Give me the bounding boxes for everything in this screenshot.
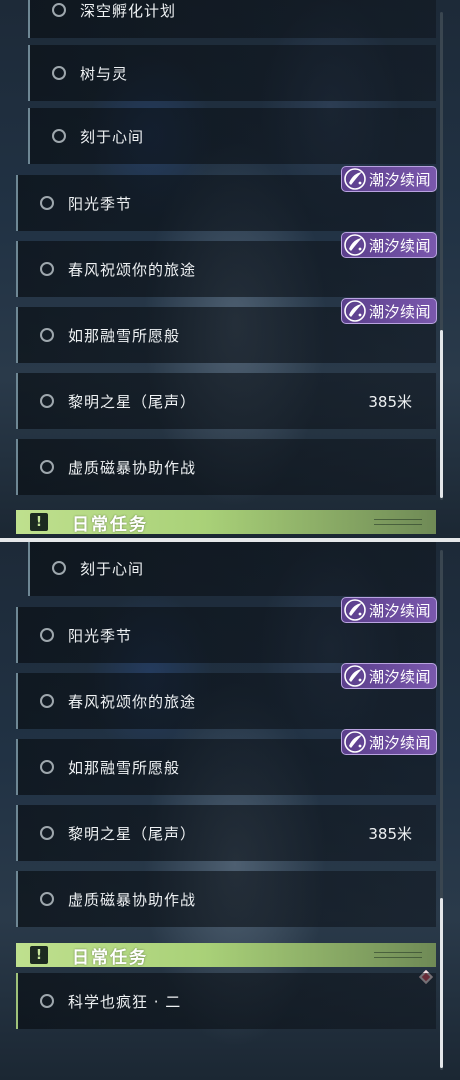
daily-quest-row[interactable]: 科学也疯狂 · 二 bbox=[16, 973, 436, 1029]
quest-list-panel-bottom: 刻于心间 阳光季节 潮汐续闻 春风祝颂你的旅途 潮汐续闻 如那融雪所愿般 潮汐续… bbox=[0, 540, 460, 1080]
circle-status-icon bbox=[40, 460, 54, 474]
quest-label: 深空孵化计划 bbox=[80, 1, 177, 20]
exclamation-icon: ! bbox=[30, 513, 48, 531]
quest-label: 如那融雪所愿般 bbox=[68, 326, 181, 345]
circle-status-icon bbox=[40, 628, 54, 642]
quest-label: 黎明之星（尾声） bbox=[68, 392, 197, 411]
header-decoration bbox=[374, 519, 422, 525]
circle-status-icon bbox=[40, 328, 54, 342]
sub-quest-row[interactable]: 树与灵 bbox=[28, 45, 436, 101]
circle-status-icon bbox=[40, 892, 54, 906]
quest-label: 春风祝颂你的旅途 bbox=[68, 260, 197, 279]
quest-label: 刻于心间 bbox=[80, 559, 145, 578]
badge-emblem-icon bbox=[344, 599, 366, 621]
header-decoration bbox=[374, 952, 422, 958]
badge-label: 潮汐续闻 bbox=[369, 170, 432, 189]
sub-quest-row[interactable]: 深空孵化计划 bbox=[28, 0, 436, 38]
tide-story-badge: 潮汐续闻 bbox=[341, 597, 437, 623]
circle-status-icon bbox=[52, 561, 66, 575]
quest-label: 春风祝颂你的旅途 bbox=[68, 692, 197, 711]
tide-story-badge: 潮汐续闻 bbox=[341, 166, 437, 192]
quest-row[interactable]: 虚质磁暴协助作战 bbox=[16, 439, 436, 495]
tide-story-badge: 潮汐续闻 bbox=[341, 663, 437, 689]
badge-label: 潮汐续闻 bbox=[369, 302, 432, 321]
quest-label: 如那融雪所愿般 bbox=[68, 758, 181, 777]
quest-label: 虚质磁暴协助作战 bbox=[68, 458, 197, 477]
badge-label: 潮汐续闻 bbox=[369, 733, 432, 752]
tide-story-badge: 潮汐续闻 bbox=[341, 232, 437, 258]
quest-row[interactable]: 黎明之星（尾声） 385米 bbox=[16, 805, 436, 861]
section-title: 日常任务 bbox=[72, 947, 148, 968]
quest-distance: 385米 bbox=[368, 824, 412, 843]
quest-label: 树与灵 bbox=[80, 64, 129, 83]
daily-quest-header[interactable]: ! 日常任务 bbox=[16, 943, 436, 968]
quest-list-panel-top: 深空孵化计划 树与灵 刻于心间 阳光季节 潮汐续闻 春风祝颂你的旅途 潮汐续闻 … bbox=[0, 0, 460, 540]
circle-status-icon bbox=[52, 3, 66, 17]
circle-status-icon bbox=[40, 826, 54, 840]
quest-row[interactable]: 黎明之星（尾声） 385米 bbox=[16, 373, 436, 429]
screenshot-divider bbox=[0, 538, 460, 542]
scrollbar-track[interactable] bbox=[440, 550, 443, 1070]
quest-distance: 385米 bbox=[368, 392, 412, 411]
quest-label: 阳光季节 bbox=[68, 194, 133, 213]
quest-label: 黎明之星（尾声） bbox=[68, 824, 197, 843]
circle-status-icon bbox=[40, 994, 54, 1008]
circle-status-icon bbox=[40, 394, 54, 408]
quest-label: 虚质磁暴协助作战 bbox=[68, 890, 197, 909]
badge-label: 潮汐续闻 bbox=[369, 236, 432, 255]
exclamation-icon: ! bbox=[30, 946, 48, 964]
tide-story-badge: 潮汐续闻 bbox=[341, 298, 437, 324]
quest-row[interactable]: 虚质磁暴协助作战 bbox=[16, 871, 436, 927]
badge-label: 潮汐续闻 bbox=[369, 601, 432, 620]
sub-quest-row[interactable]: 刻于心间 bbox=[28, 108, 436, 164]
daily-quest-header[interactable]: ! 日常任务 bbox=[16, 510, 436, 535]
badge-emblem-icon bbox=[344, 300, 366, 322]
circle-status-icon bbox=[40, 262, 54, 276]
circle-status-icon bbox=[40, 694, 54, 708]
tide-story-badge: 潮汐续闻 bbox=[341, 729, 437, 755]
circle-status-icon bbox=[52, 66, 66, 80]
circle-status-icon bbox=[52, 129, 66, 143]
scrollbar-thumb[interactable] bbox=[440, 330, 443, 498]
scrollbar-thumb[interactable] bbox=[440, 898, 443, 1068]
badge-emblem-icon bbox=[344, 665, 366, 687]
badge-emblem-icon bbox=[344, 731, 366, 753]
badge-label: 潮汐续闻 bbox=[369, 667, 432, 686]
section-title: 日常任务 bbox=[72, 514, 148, 535]
badge-emblem-icon bbox=[344, 168, 366, 190]
circle-status-icon bbox=[40, 760, 54, 774]
scrollbar-track[interactable] bbox=[440, 12, 443, 500]
badge-emblem-icon bbox=[344, 234, 366, 256]
quest-label: 刻于心间 bbox=[80, 127, 145, 146]
circle-status-icon bbox=[40, 196, 54, 210]
sub-quest-row[interactable]: 刻于心间 bbox=[28, 540, 436, 596]
quest-label: 阳光季节 bbox=[68, 626, 133, 645]
quest-label: 科学也疯狂 · 二 bbox=[68, 992, 182, 1011]
